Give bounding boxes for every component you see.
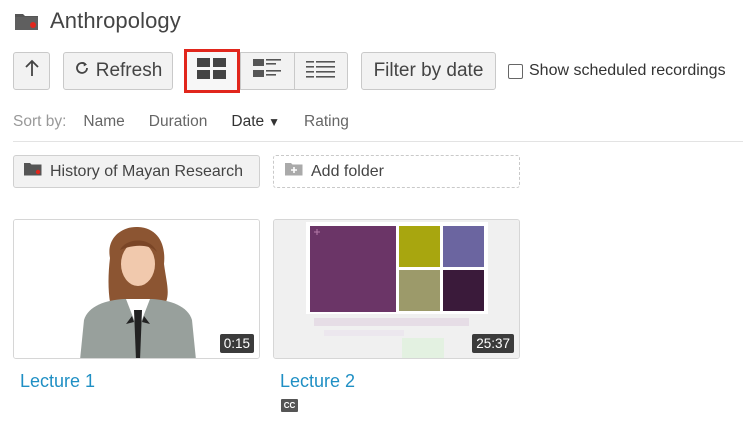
grid-view-button[interactable] — [184, 49, 240, 93]
filter-by-date-button[interactable]: Filter by date — [361, 52, 496, 90]
sort-bar: Sort by: Name Duration Date ▼ Rating — [13, 113, 373, 131]
session-title-link[interactable]: Lecture 2 — [280, 371, 520, 392]
detail-view-icon — [252, 58, 283, 85]
folder-header: Anthropology — [14, 6, 181, 36]
session-card[interactable]: 25:37 Lecture 2 CC — [273, 219, 520, 412]
view-mode-group — [184, 49, 348, 93]
duration-badge: 25:37 — [472, 334, 514, 353]
folder-icon — [14, 11, 40, 31]
subfolder-label: History of Mayan Research — [50, 162, 243, 180]
sort-option-date[interactable]: Date ▼ — [231, 113, 280, 131]
sort-option-duration[interactable]: Duration — [149, 113, 208, 131]
session-card[interactable]: 0:15 Lecture 1 — [13, 219, 260, 392]
add-folder-label: Add folder — [311, 162, 384, 180]
caret-down-icon: ▼ — [268, 115, 281, 129]
sort-option-name[interactable]: Name — [83, 113, 124, 131]
session-thumbnail[interactable]: 0:15 — [13, 219, 260, 359]
add-folder-button[interactable]: Add folder — [273, 155, 520, 188]
sort-label: Sort by: — [13, 113, 67, 130]
subfolder-history-of-mayan-research[interactable]: History of Mayan Research — [13, 155, 260, 188]
list-view-button[interactable] — [294, 52, 348, 90]
show-scheduled-label: Show scheduled recordings — [529, 62, 726, 79]
refresh-label: Refresh — [95, 60, 163, 81]
session-thumbnail[interactable]: 25:37 — [273, 219, 520, 359]
add-folder-icon — [285, 162, 303, 181]
sort-option-date-label: Date — [231, 113, 265, 130]
detail-view-button[interactable] — [240, 52, 294, 90]
grid-view-icon — [197, 57, 227, 85]
session-title-link[interactable]: Lecture 1 — [20, 371, 260, 392]
folder-icon — [24, 162, 42, 181]
go-up-button[interactable] — [13, 52, 50, 90]
list-view-icon — [306, 58, 336, 85]
page-title: Anthropology — [50, 8, 181, 33]
sort-divider — [13, 141, 743, 142]
sort-option-rating[interactable]: Rating — [304, 113, 349, 131]
arrow-up-icon — [24, 59, 40, 83]
show-scheduled-checkbox[interactable] — [508, 63, 523, 79]
closed-captions-icon: CC — [281, 399, 298, 412]
duration-badge: 0:15 — [219, 334, 254, 353]
refresh-button[interactable]: Refresh — [63, 52, 173, 90]
show-scheduled-toggle[interactable]: Show scheduled recordings — [508, 62, 726, 80]
refresh-icon — [74, 60, 90, 82]
